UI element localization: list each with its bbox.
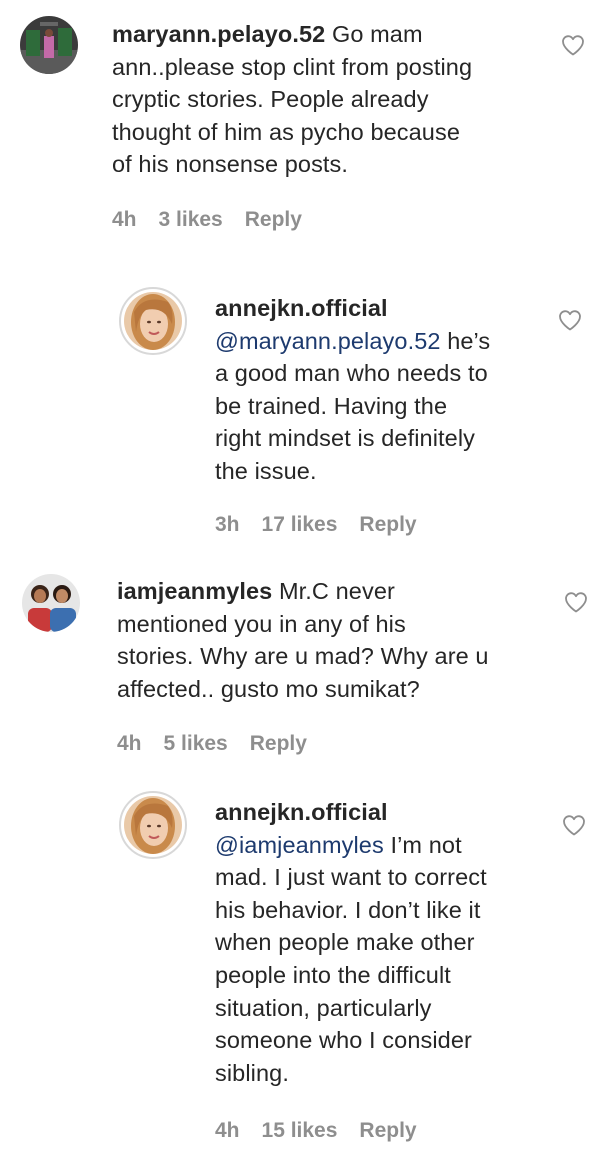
reply-button[interactable]: Reply [250,732,307,755]
comment-username[interactable]: annejkn.official [215,295,388,321]
reply-button[interactable]: Reply [245,208,302,231]
comment-text: annejkn.official @iamjeanmyles I’m not m… [215,799,487,1086]
reply-button[interactable]: Reply [359,1119,416,1142]
comment-time: 3h [215,513,240,536]
comment-likes[interactable]: 15 likes [262,1119,338,1142]
comment-text: iamjeanmyles Mr.C never mentioned you in… [117,578,489,702]
comment-username[interactable]: annejkn.official [215,799,388,825]
comment-item: maryann.pelayo.52 Go mam ann..please sto… [0,0,600,250]
comment-time: 4h [112,208,137,231]
comment-reply-item: annejkn.official @iamjeanmyles I’m not m… [0,786,600,1155]
comment-text: maryann.pelayo.52 Go mam ann..please sto… [112,21,473,178]
comment-meta: 4h 3 likes Reply [112,208,324,232]
comment-username[interactable]: maryann.pelayo.52 [112,21,325,47]
heart-outline-icon[interactable] [558,309,582,331]
comment-time: 4h [117,732,142,755]
comment-text: annejkn.official @maryann.pelayo.52 he’s… [215,295,491,484]
reply-button[interactable]: Reply [359,513,416,536]
comment-likes[interactable]: 3 likes [159,208,223,231]
mention-link[interactable]: @maryann.pelayo.52 [215,328,441,354]
mention-link[interactable]: @iamjeanmyles [215,832,384,858]
comment-item: iamjeanmyles Mr.C never mentioned you in… [0,560,600,780]
comment-reply-item: annejkn.official @maryann.pelayo.52 he’s… [0,280,600,550]
comment-likes[interactable]: 17 likes [262,513,338,536]
avatar[interactable] [22,574,80,632]
avatar[interactable] [119,287,187,355]
comment-meta: 4h 15 likes Reply [215,1119,439,1143]
comment-time: 4h [215,1119,240,1142]
heart-outline-icon[interactable] [561,34,585,56]
heart-outline-icon[interactable] [562,814,586,836]
avatar[interactable] [20,16,78,74]
comment-meta: 3h 17 likes Reply [215,513,439,537]
comment-meta: 4h 5 likes Reply [117,732,329,756]
avatar[interactable] [119,791,187,859]
comment-username[interactable]: iamjeanmyles [117,578,272,604]
heart-outline-icon[interactable] [564,591,588,613]
comment-likes[interactable]: 5 likes [164,732,228,755]
